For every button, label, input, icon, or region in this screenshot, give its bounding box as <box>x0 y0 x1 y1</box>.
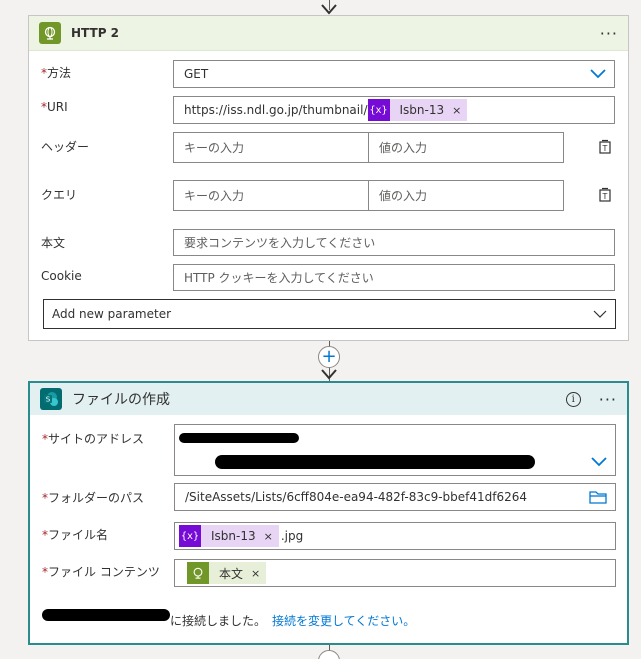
file-name-label: *ファイル名 <box>42 528 109 542</box>
http-action-card[interactable]: HTTP 2 ··· *方法 GET *URI https://iss.ndl.… <box>28 15 629 341</box>
site-address-dropdown[interactable] <box>174 424 616 476</box>
insert-step-button[interactable]: + <box>318 346 340 368</box>
insert-step-button[interactable] <box>318 650 340 659</box>
file-content-label: *ファイル コンテンツ <box>42 565 160 579</box>
remove-token-icon[interactable]: × <box>452 104 461 117</box>
connection-status: に接続しました。 接続を変更してください。 <box>170 614 416 628</box>
create-file-card-title: ファイルの作成 <box>72 392 170 408</box>
method-label: *方法 <box>41 66 72 80</box>
http-card-header[interactable]: HTTP 2 ··· <box>29 16 628 51</box>
isbn-token[interactable]: {x} Isbn-13 × <box>179 525 279 547</box>
body-input[interactable]: 要求コンテンツを入力してください <box>173 229 615 256</box>
file-extension-text: .jpg <box>280 529 304 543</box>
switch-to-text-mode-icon[interactable]: T <box>597 139 613 155</box>
remove-token-icon[interactable]: × <box>251 567 260 580</box>
uri-label: *URI <box>41 100 68 114</box>
query-value-input[interactable]: 値の入力 <box>368 180 564 211</box>
body-label: 本文 <box>41 236 66 250</box>
info-icon[interactable]: i <box>565 391 581 407</box>
uri-text: https://iss.ndl.go.jp/thumbnail/ <box>184 103 368 117</box>
chevron-down-icon <box>593 310 607 318</box>
redacted-account-name <box>42 609 170 621</box>
change-connection-link[interactable]: 接続を変更してください。 <box>272 614 415 628</box>
method-value: GET <box>184 67 209 81</box>
svg-text:S: S <box>46 396 51 404</box>
create-file-more-menu-button[interactable]: ··· <box>599 390 617 409</box>
add-new-parameter-dropdown[interactable]: Add new parameter <box>43 299 616 329</box>
header-value-input[interactable]: 値の入力 <box>368 132 564 163</box>
chevron-down-icon <box>591 457 607 467</box>
svg-text:T: T <box>602 192 608 201</box>
folder-icon[interactable] <box>589 490 607 504</box>
body-token[interactable]: 本文 × <box>187 562 267 584</box>
site-address-label: *サイトのアドレス <box>42 432 145 446</box>
redacted-site-url <box>215 455 535 469</box>
create-file-action-card[interactable]: S ファイルの作成 i ··· *サイトのアドレス *フォルダーのパス /Sit… <box>28 381 629 645</box>
create-file-card-header[interactable]: S ファイルの作成 i ··· <box>30 383 627 415</box>
arrow-down-icon <box>321 4 337 15</box>
arrow-down-icon <box>321 369 337 380</box>
globe-icon <box>39 22 61 44</box>
variable-icon: {x} <box>367 99 390 121</box>
globe-icon <box>187 562 209 584</box>
header-key-input[interactable]: キーの入力 <box>173 132 369 163</box>
file-content-input[interactable]: 本文 × <box>174 559 616 587</box>
sharepoint-icon: S <box>40 388 62 410</box>
cookie-label: Cookie <box>41 269 82 283</box>
http-more-menu-button[interactable]: ··· <box>600 24 618 43</box>
remove-token-icon[interactable]: × <box>264 530 273 543</box>
http-card-title: HTTP 2 <box>71 26 120 40</box>
folder-path-label: *フォルダーのパス <box>42 491 145 505</box>
headers-label: ヘッダー <box>41 140 90 154</box>
query-key-input[interactable]: キーの入力 <box>173 180 369 211</box>
isbn-token[interactable]: {x} Isbn-13 × <box>367 99 468 121</box>
chevron-down-icon <box>590 69 606 79</box>
redacted-site-name <box>179 433 299 443</box>
folder-path-input[interactable]: /SiteAssets/Lists/6cff804e-ea94-482f-83c… <box>174 483 616 511</box>
svg-text:T: T <box>602 144 608 153</box>
variable-icon: {x} <box>179 525 201 547</box>
file-name-input[interactable]: {x} Isbn-13 × .jpg <box>174 522 616 550</box>
switch-to-text-mode-icon[interactable]: T <box>597 187 613 203</box>
query-label: クエリ <box>41 188 78 202</box>
cookie-input[interactable]: HTTP クッキーを入力してください <box>173 264 615 291</box>
uri-input[interactable]: https://iss.ndl.go.jp/thumbnail/ {x} Isb… <box>173 96 615 124</box>
method-dropdown[interactable]: GET <box>173 60 615 88</box>
flow-designer-canvas: HTTP 2 ··· *方法 GET *URI https://iss.ndl.… <box>0 0 641 659</box>
